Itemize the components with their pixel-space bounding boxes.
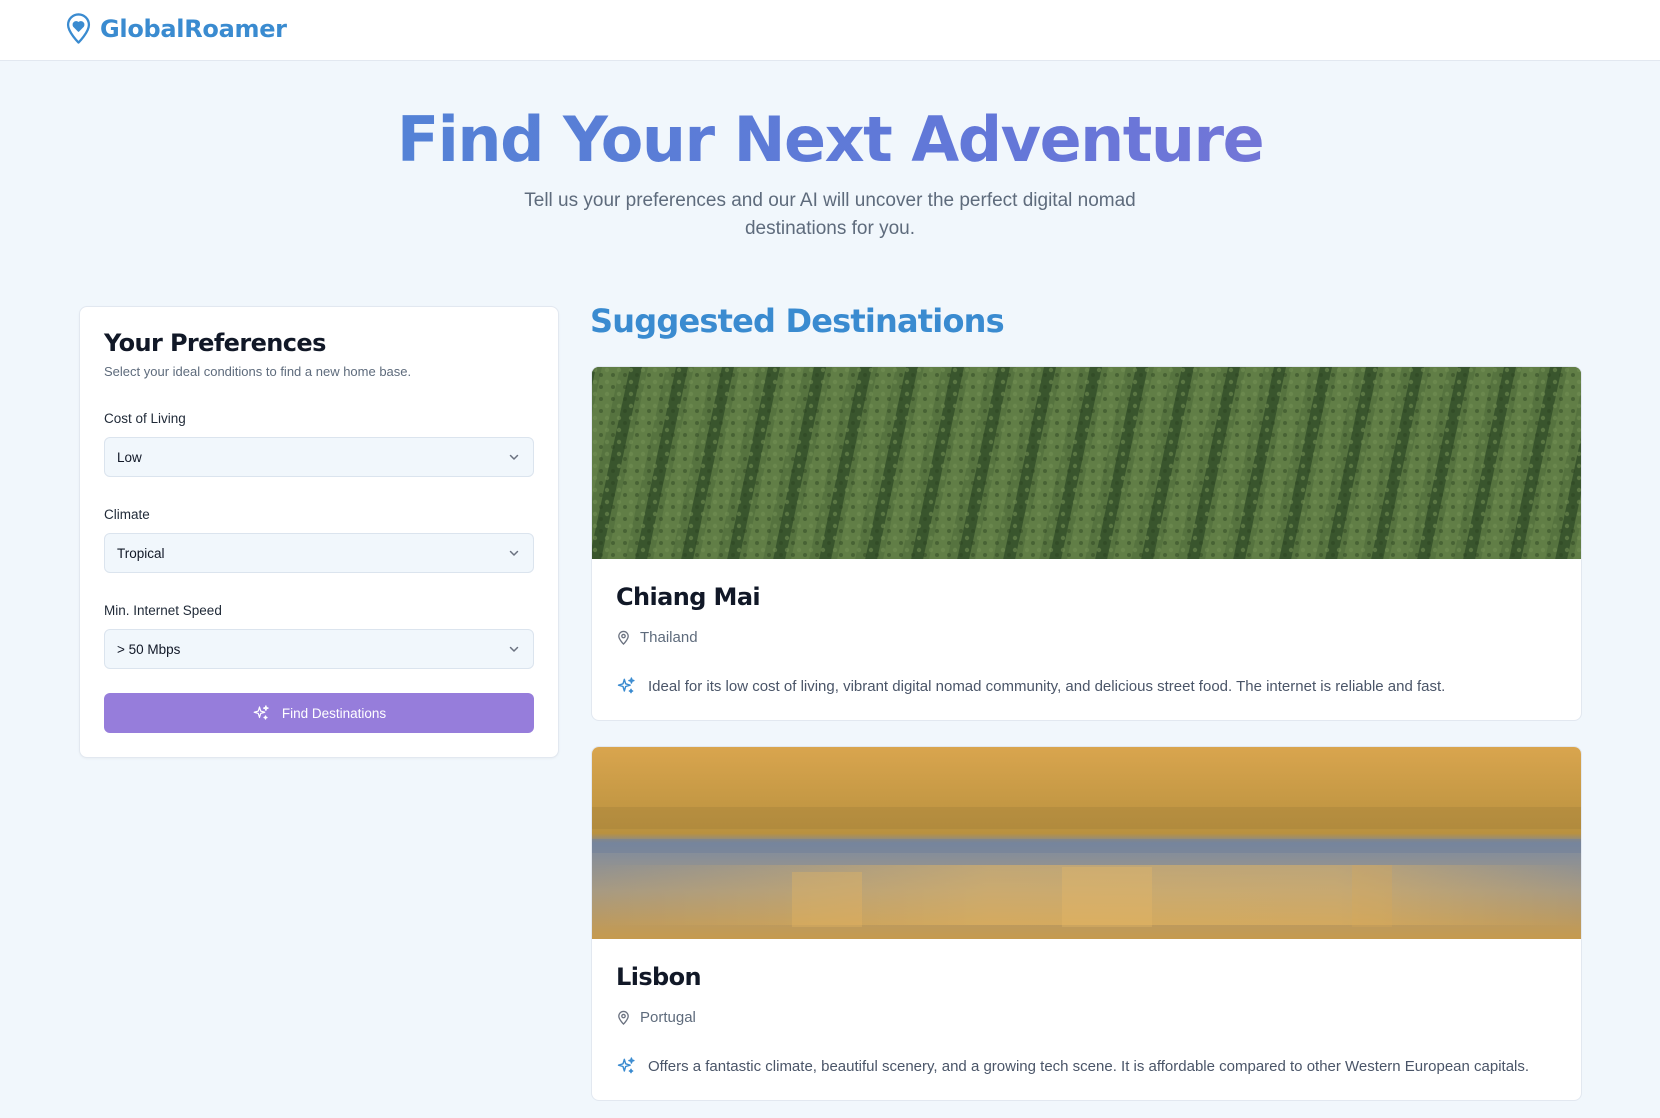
destination-reason: Offers a fantastic climate, beautiful sc…: [616, 1056, 1529, 1076]
preferences-subtitle: Select your ideal conditions to find a n…: [104, 364, 412, 379]
chevron-down-icon: [509, 550, 519, 556]
sparkles-icon: [253, 705, 269, 720]
destination-location: Portugal: [616, 1009, 696, 1026]
cost-of-living-label: Cost of Living: [104, 411, 186, 426]
top-navigation-bar: GlobalRoamer: [0, 0, 1660, 61]
results-title: Suggested Destinations: [590, 302, 1005, 340]
map-pin-icon: [618, 1010, 629, 1025]
chevron-down-icon: [509, 646, 519, 652]
map-pin-heart-icon: [66, 13, 91, 44]
climate-label: Climate: [104, 507, 150, 522]
brand-name: GlobalRoamer: [100, 15, 287, 43]
internet-speed-select[interactable]: > 50 Mbps: [104, 629, 534, 669]
destination-location: Thailand: [616, 629, 698, 646]
page-subtitle: Tell us your preferences and our AI will…: [524, 190, 1136, 239]
destination-reason: Ideal for its low cost of living, vibran…: [616, 676, 1445, 696]
destination-name: Lisbon: [616, 963, 702, 991]
map-pin-icon: [618, 630, 629, 645]
sparkles-icon: [617, 1057, 635, 1074]
find-destinations-button[interactable]: Find Destinations: [104, 693, 534, 733]
internet-speed-value: > 50 Mbps: [117, 641, 181, 657]
preferences-title: Your Preferences: [104, 329, 326, 357]
destination-card[interactable]: Chiang Mai Thailand Ideal for its low co…: [591, 366, 1582, 721]
preferences-panel: Your Preferences Select your ideal condi…: [79, 306, 559, 758]
internet-speed-label: Min. Internet Speed: [104, 603, 222, 618]
destination-card[interactable]: Lisbon Portugal Offers a fantastic clima…: [591, 746, 1582, 1101]
destination-description: Ideal for its low cost of living, vibran…: [648, 677, 1446, 695]
destination-country: Portugal: [640, 1009, 696, 1026]
climate-select[interactable]: Tropical: [104, 533, 534, 573]
cost-of-living-value: Low: [117, 449, 142, 465]
cost-of-living-select[interactable]: Low: [104, 437, 534, 477]
destination-description: Offers a fantastic climate, beautiful sc…: [648, 1057, 1530, 1075]
climate-value: Tropical: [117, 545, 165, 561]
brand-logo[interactable]: GlobalRoamer: [66, 13, 287, 45]
find-destinations-label: Find Destinations: [281, 705, 387, 721]
page-title: Find Your Next Adventure: [0, 102, 1660, 178]
destination-image: [592, 367, 1581, 559]
chevron-down-icon: [509, 454, 519, 460]
sparkles-icon: [617, 677, 635, 694]
destination-country: Thailand: [640, 629, 698, 646]
destination-image: [592, 747, 1581, 939]
destination-name: Chiang Mai: [616, 583, 761, 611]
